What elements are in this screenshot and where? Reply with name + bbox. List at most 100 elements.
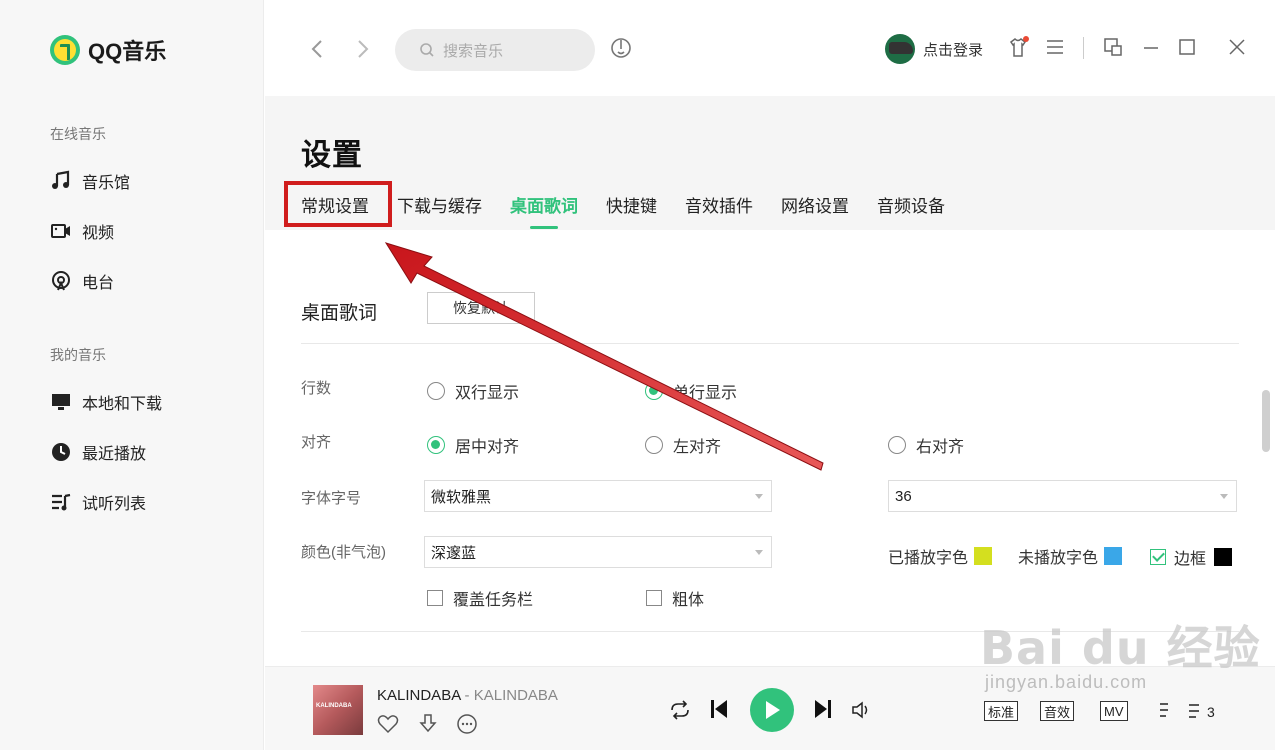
page-title: 设置 (301, 139, 363, 172)
sidebar-item-label: 最近播放 (82, 446, 147, 463)
playlist-icon (52, 493, 71, 511)
bold-checkbox[interactable]: 粗体 (646, 586, 704, 610)
song-title[interactable]: KALINDABA (377, 687, 460, 704)
lyrics-icon[interactable] (1158, 701, 1176, 721)
sidebar-item-local-download[interactable]: 本地和下载 (50, 390, 162, 414)
play-button[interactable] (750, 688, 794, 732)
unplayed-color-label: 未播放字色 (1018, 550, 1099, 567)
tab-audio-device[interactable]: 音频设备 (877, 192, 945, 217)
online-music-section-label: 在线音乐 (50, 126, 106, 142)
more-options-icon[interactable] (456, 713, 478, 735)
sidebar: QQ音乐 在线音乐 音乐馆 视频 电台 我的音乐 本地和下载 最近播放 试听列表 (0, 0, 264, 750)
radio-align-center[interactable]: 居中对齐 (427, 433, 519, 457)
sidebar-item-music-hall[interactable]: 音乐馆 (50, 169, 130, 193)
sidebar-item-video[interactable]: 视频 (50, 219, 114, 243)
music-recognition-icon[interactable] (610, 36, 632, 62)
back-arrow-icon[interactable] (305, 36, 331, 62)
minimize-icon[interactable] (1141, 37, 1161, 57)
rows-label: 行数 (301, 380, 332, 397)
played-color-label: 已播放字色 (888, 550, 969, 567)
radio-label: 居中对齐 (455, 439, 520, 456)
tab-desktop-lyrics[interactable]: 桌面歌词 (510, 192, 578, 229)
radio-label: 右对齐 (916, 439, 965, 456)
font-size-value: 36 (895, 487, 912, 505)
radio-icon (52, 271, 70, 291)
clock-icon (52, 443, 70, 461)
sidebar-item-radio[interactable]: 电台 (50, 269, 114, 293)
sidebar-item-label: 本地和下载 (82, 396, 163, 413)
download-icon[interactable] (417, 713, 439, 735)
app-logo[interactable]: QQ音乐 (50, 34, 166, 66)
border-color-swatch[interactable] (1214, 548, 1233, 566)
cover-taskbar-checkbox[interactable]: 覆盖任务栏 (427, 586, 533, 610)
radio-circle (645, 382, 663, 400)
color-scheme-select[interactable]: 深邃蓝 (424, 536, 772, 568)
settings-tabs: 常规设置 下载与缓存 桌面歌词 快捷键 音效插件 网络设置 音频设备 (301, 192, 973, 229)
tab-download-cache[interactable]: 下载与缓存 (397, 192, 482, 217)
login-button[interactable]: 点击登录 (885, 34, 983, 64)
avatar (885, 34, 915, 64)
tab-network[interactable]: 网络设置 (781, 192, 849, 217)
section-title: 桌面歌词 (301, 303, 378, 324)
song-separator: - (460, 687, 474, 704)
sidebar-item-label: 音乐馆 (82, 175, 131, 192)
radio-single-line[interactable]: 单行显示 (645, 379, 737, 403)
search-input[interactable]: 搜索音乐 (395, 29, 595, 71)
skin-icon[interactable] (1007, 36, 1029, 60)
font-label: 字体字号 (301, 490, 362, 507)
color-scheme-value: 深邃蓝 (431, 544, 477, 562)
radio-circle (427, 382, 445, 400)
sidebar-item-trial-list[interactable]: 试听列表 (50, 490, 146, 514)
align-label: 对齐 (301, 434, 332, 451)
forward-arrow-icon[interactable] (349, 36, 375, 62)
playlist-count-icon[interactable]: 3 (1187, 701, 1221, 721)
radio-align-right[interactable]: 右对齐 (888, 433, 964, 457)
heart-icon[interactable] (377, 713, 399, 735)
previous-track-icon[interactable] (708, 698, 730, 720)
sound-quality-button[interactable]: 标准 (984, 701, 1019, 721)
song-info: KALINDABA - KALINDABA (377, 687, 558, 704)
volume-icon[interactable] (851, 699, 873, 721)
border-checkbox[interactable] (1150, 549, 1166, 565)
close-icon[interactable] (1227, 37, 1247, 57)
chevron-down-icon (755, 494, 763, 499)
top-bar: 搜索音乐 点击登录 (265, 0, 1275, 96)
scrollbar[interactable] (1262, 390, 1270, 452)
login-label: 点击登录 (923, 41, 984, 59)
played-color-setting[interactable]: 已播放字色 (888, 544, 993, 568)
reset-default-button[interactable]: 恢复默认 (427, 292, 535, 324)
next-track-icon[interactable] (812, 698, 834, 720)
font-family-select[interactable]: 微软雅黑 (424, 480, 772, 512)
play-icon (766, 701, 780, 719)
search-placeholder: 搜索音乐 (443, 42, 504, 60)
unplayed-color-swatch[interactable] (1104, 547, 1123, 565)
border-setting[interactable]: 边框 (1150, 545, 1233, 569)
divider (301, 343, 1239, 344)
album-cover[interactable]: KALINDABA (313, 685, 363, 735)
sidebar-item-recent[interactable]: 最近播放 (50, 440, 146, 464)
mv-button[interactable]: MV (1100, 701, 1128, 721)
radio-circle (888, 436, 906, 454)
sidebar-item-label: 视频 (82, 225, 115, 242)
unplayed-color-setting[interactable]: 未播放字色 (1018, 544, 1123, 568)
radio-label: 左对齐 (673, 439, 722, 456)
radio-double-line[interactable]: 双行显示 (427, 379, 519, 403)
radio-label: 单行显示 (673, 385, 738, 402)
maximize-icon[interactable] (1177, 37, 1197, 57)
tab-sound-plugins[interactable]: 音效插件 (685, 192, 753, 217)
sound-effect-button[interactable]: 音效 (1040, 701, 1075, 721)
radio-label: 双行显示 (455, 385, 520, 402)
song-artist[interactable]: KALINDABA (474, 687, 558, 704)
settings-panel: 桌面歌词 恢复默认 行数 双行显示 单行显示 对齐 居中对齐 左对齐 右对齐 字… (265, 230, 1275, 666)
menu-icon[interactable] (1045, 37, 1065, 57)
tab-shortcuts[interactable]: 快捷键 (606, 192, 657, 217)
baidu-jingyan-watermark: Bai du 经验 (980, 621, 1261, 675)
sidebar-item-label: 电台 (82, 275, 115, 292)
mini-mode-icon[interactable] (1103, 37, 1123, 57)
repeat-icon[interactable] (668, 699, 692, 721)
search-icon (420, 43, 434, 57)
font-size-select[interactable]: 36 (888, 480, 1237, 512)
played-color-swatch[interactable] (974, 547, 993, 565)
radio-align-left[interactable]: 左对齐 (645, 433, 721, 457)
radio-circle (645, 436, 663, 454)
